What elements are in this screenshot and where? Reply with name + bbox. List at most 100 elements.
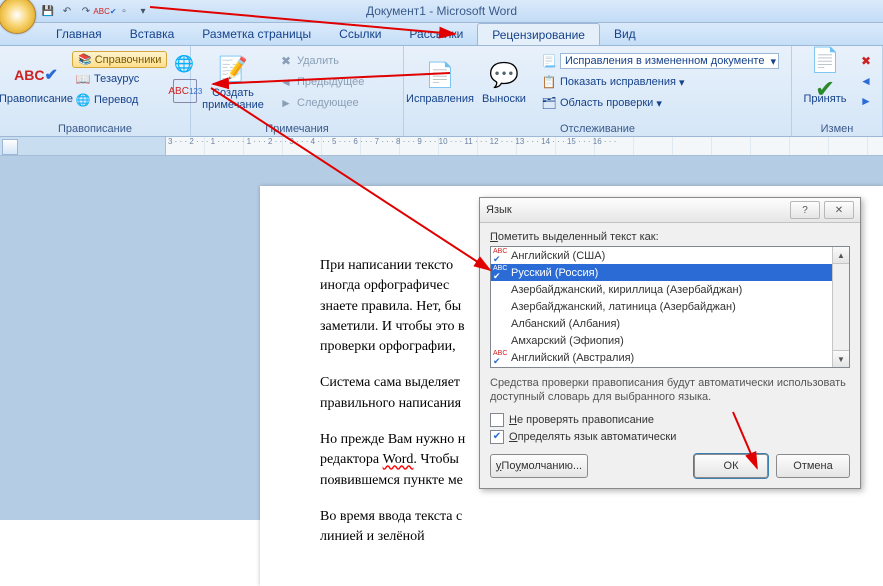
language-item-label: Английский (Австралия) xyxy=(511,352,634,364)
tab-references[interactable]: Ссылки xyxy=(325,23,395,45)
tab-home[interactable]: Главная xyxy=(42,23,116,45)
show-markup-label: Показать исправления xyxy=(560,76,676,88)
new-comment-icon: 📝 xyxy=(217,53,249,85)
close-button[interactable]: ✕ xyxy=(824,201,854,219)
language-list-scrollbar[interactable]: ▲ ▼ xyxy=(832,247,849,367)
language-item-selected[interactable]: ABC✔Русский (Россия) xyxy=(491,264,849,281)
scroll-down-icon[interactable]: ▼ xyxy=(833,350,849,367)
ruler-corner[interactable] xyxy=(2,139,18,155)
language-list[interactable]: ABC✔Английский (США) ABC✔Русский (Россия… xyxy=(490,246,850,368)
spellcheck-icon[interactable]: ABC✔ xyxy=(97,3,113,19)
chevron-down-icon: ▾ xyxy=(656,97,662,110)
delete-label: Удалить xyxy=(297,55,339,67)
tab-view[interactable]: Вид xyxy=(600,23,650,45)
translate-icon: 🌐 xyxy=(75,92,91,108)
no-spellcheck-label: е проверять правописание xyxy=(517,414,654,426)
language-item-label: Азербайджанский, латиница (Азербайджан) xyxy=(511,301,736,313)
redo-icon[interactable]: ↷ xyxy=(78,3,94,19)
quick-access-toolbar: 💾 ↶ ↷ ABC✔ ▫ ▾ xyxy=(40,3,151,19)
translate-button[interactable]: 🌐Перевод xyxy=(72,90,167,110)
dialog-title: Язык xyxy=(486,204,512,216)
prev-icon: ◄ xyxy=(278,74,294,90)
ok-button[interactable]: ОК xyxy=(694,454,768,478)
show-markup-icon: 📋 xyxy=(541,74,557,90)
reject-icon[interactable]: ✖ xyxy=(858,53,874,69)
thesaurus-label: Тезаурус xyxy=(94,73,139,85)
language-item-label: Русский (Россия) xyxy=(511,267,598,279)
accept-icon: 📄✔ xyxy=(809,59,841,91)
qat-dropdown-icon[interactable]: ▾ xyxy=(135,3,151,19)
doc-paragraph: Во время ввода текста с линией и зелёной xyxy=(320,507,833,548)
cancel-button[interactable]: Отмена xyxy=(776,454,850,478)
no-spellcheck-checkbox[interactable]: Не проверять правописание xyxy=(490,413,850,427)
ribbon-group-tracking: 📄 Исправления 💬 Выноски 📃Исправления в и… xyxy=(404,46,792,136)
next-icon: ► xyxy=(278,95,294,111)
title-bar: 💾 ↶ ↷ ABC✔ ▫ ▾ Документ1 - Microsoft Wor… xyxy=(0,0,883,23)
mark-text-label: Пометить выделенный текст как: xyxy=(490,231,850,243)
track-changes-icon: 📄 xyxy=(424,59,456,91)
display-for-review-dropdown[interactable]: 📃Исправления в измененном документе▾ xyxy=(538,51,779,71)
chevron-down-icon: ▾ xyxy=(679,76,685,89)
prev-label: Предыдущее xyxy=(297,76,364,88)
default-button[interactable]: уПо умолчанию...По умолчанию... xyxy=(490,454,588,478)
next-change-icon[interactable]: ► xyxy=(858,93,874,109)
language-item-label: Амхарский (Эфиопия) xyxy=(511,335,624,347)
ribbon-group-comments: 📝 Создать примечание ✖Удалить ◄Предыдуще… xyxy=(191,46,404,136)
balloons-button[interactable]: 💬 Выноски xyxy=(476,49,532,115)
language-item[interactable]: ABC✔Английский (Австралия) xyxy=(491,349,849,366)
accept-label: Принять xyxy=(804,93,847,105)
comments-group-label: Примечания xyxy=(197,122,397,135)
ribbon-tabs: Главная Вставка Разметка страницы Ссылки… xyxy=(0,23,883,46)
language-item-label: Азербайджанский, кириллица (Азербайджан) xyxy=(511,284,742,296)
mark-text-label-rest: ометить выделенный текст как: xyxy=(498,231,659,243)
language-item[interactable]: ABC✔Английский (США) xyxy=(491,247,849,264)
tab-mailings[interactable]: Рассылки xyxy=(395,23,477,45)
tab-review[interactable]: Рецензирование xyxy=(477,23,600,45)
spelling-button[interactable]: ABC✔ Правописание xyxy=(6,49,66,115)
next-comment-button: ►Следующее xyxy=(275,93,367,113)
book-icon: 📚 xyxy=(78,53,92,66)
checkbox-icon xyxy=(490,413,504,427)
thesaurus-button[interactable]: 📖Тезаурус xyxy=(72,69,167,89)
display-for-review-label: Исправления в измененном документе xyxy=(560,53,779,69)
translate-label: Перевод xyxy=(94,94,138,106)
delete-comment-button: ✖Удалить xyxy=(275,51,367,71)
balloons-icon: 💬 xyxy=(488,59,520,91)
help-button[interactable]: ? xyxy=(790,201,820,219)
scroll-up-icon[interactable]: ▲ xyxy=(833,247,849,264)
language-item[interactable]: Албанский (Албания) xyxy=(491,315,849,332)
doc-icon: 📃 xyxy=(541,53,557,69)
prev-change-icon[interactable]: ◄ xyxy=(858,73,874,89)
show-markup-button[interactable]: 📋Показать исправления ▾ xyxy=(538,72,779,92)
new-comment-label: Создать примечание xyxy=(197,87,269,111)
spelling-label: Правописание xyxy=(0,93,73,105)
language-item[interactable]: Азербайджанский, латиница (Азербайджан) xyxy=(491,298,849,315)
window-title: Документ1 - Microsoft Word xyxy=(366,4,517,18)
reviewing-pane-button[interactable]: 🗂Область проверки ▾ xyxy=(538,93,779,113)
track-changes-button[interactable]: 📄 Исправления xyxy=(410,49,470,115)
proofing-group-label: Правописание xyxy=(6,122,184,135)
horizontal-ruler[interactable]: 3 · · · 2 · · · 1 · · · · · · 1 · · · 2 … xyxy=(165,137,883,155)
language-dialog: Язык ? ✕ Пометить выделенный текст как: … xyxy=(479,197,861,489)
language-item[interactable]: Амхарский (Эфиопия) xyxy=(491,332,849,349)
language-item[interactable]: Азербайджанский, кириллица (Азербайджан) xyxy=(491,281,849,298)
undo-icon[interactable]: ↶ xyxy=(59,3,75,19)
ribbon: ABC✔ Правописание 📚Справочники 📖Тезаурус… xyxy=(0,46,883,137)
new-comment-button[interactable]: 📝 Создать примечание xyxy=(197,49,269,115)
tab-layout[interactable]: Разметка страницы xyxy=(188,23,325,45)
new-doc-icon[interactable]: ▫ xyxy=(116,3,132,19)
language-item[interactable]: ABC✔Английский (Белиз) xyxy=(491,366,849,368)
reviewing-pane-label: Область проверки xyxy=(560,97,653,109)
save-icon[interactable]: 💾 xyxy=(40,3,56,19)
dialog-titlebar[interactable]: Язык ? ✕ xyxy=(480,198,860,223)
thesaurus-icon: 📖 xyxy=(75,71,91,87)
tab-insert[interactable]: Вставка xyxy=(116,23,189,45)
detect-language-checkbox[interactable]: ✔ Определять язык автоматически xyxy=(490,430,850,444)
accept-button[interactable]: 📄✔ Принять xyxy=(798,49,852,115)
ruler-area: 3 · · · 2 · · · 1 · · · · · · 1 · · · 2 … xyxy=(0,137,883,156)
research-button[interactable]: 📚Справочники xyxy=(72,51,167,68)
detect-language-label: пределять язык автоматически xyxy=(518,431,677,443)
prev-comment-button: ◄Предыдущее xyxy=(275,72,367,92)
research-label: Справочники xyxy=(95,54,162,66)
balloons-label: Выноски xyxy=(482,93,526,105)
